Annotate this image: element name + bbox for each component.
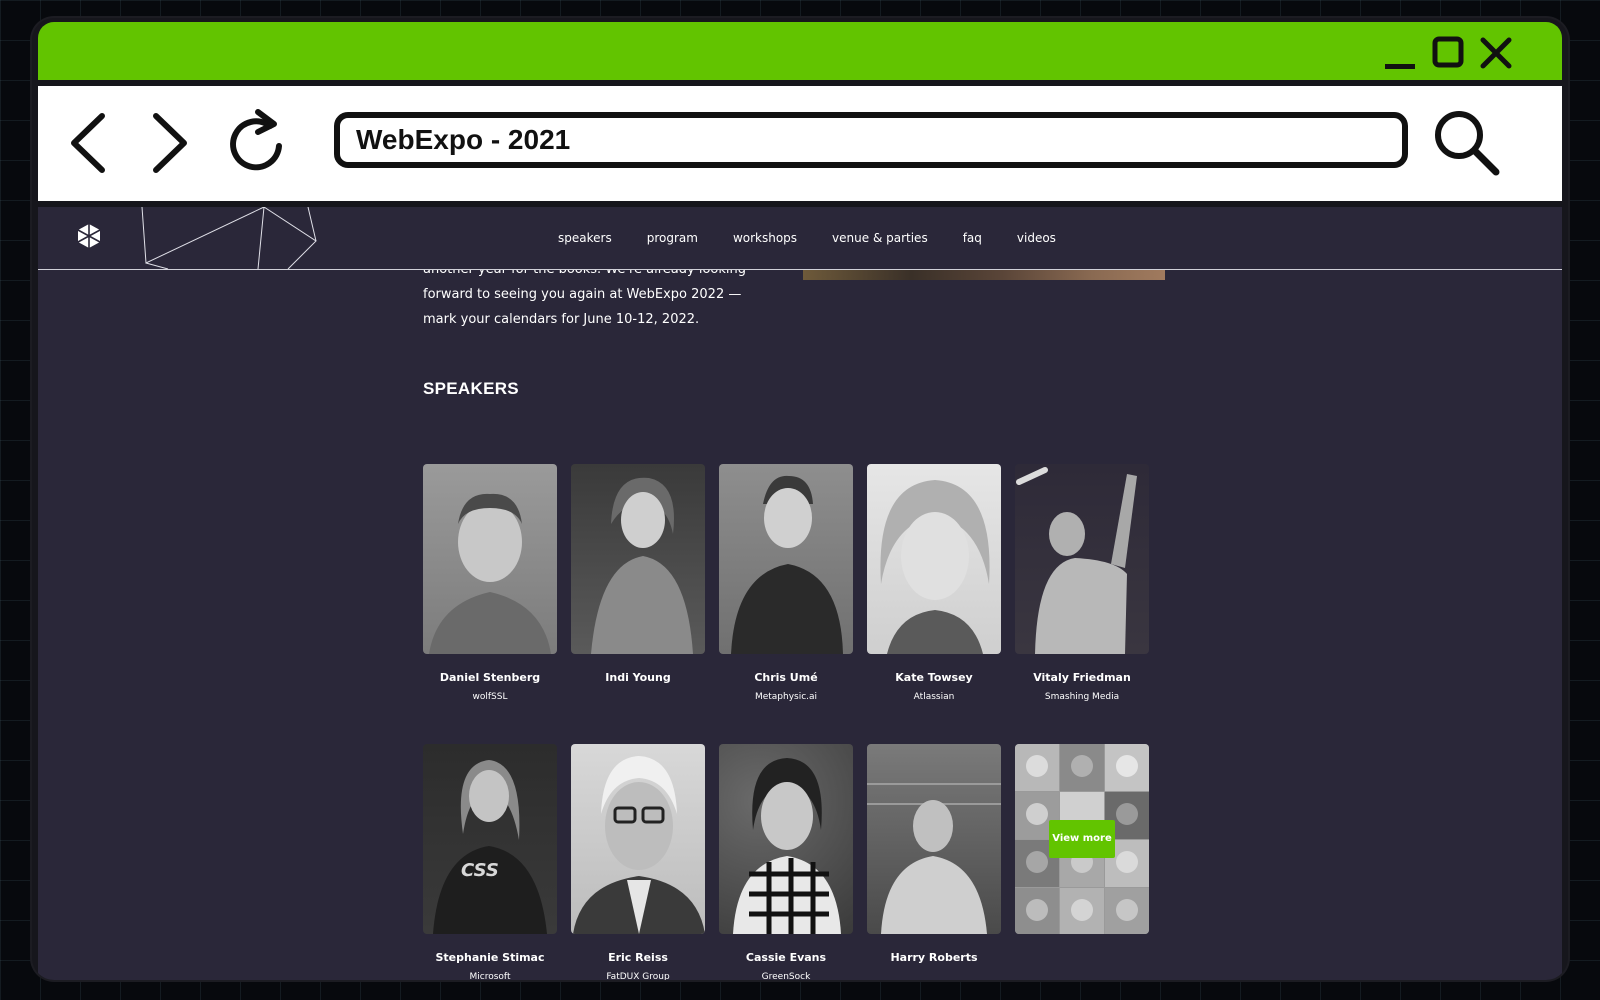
nav-videos[interactable]: videos (1017, 231, 1056, 245)
forward-arrow-icon[interactable] (144, 112, 194, 178)
speaker-photo (571, 744, 705, 934)
speaker-company: FatDUX Group (606, 972, 670, 980)
speakers-collage: View more (1015, 744, 1149, 934)
nav-faq[interactable]: faq (963, 231, 982, 245)
speaker-photo: CSS (423, 744, 557, 934)
speaker-card[interactable]: Eric Reiss FatDUX Group (571, 744, 705, 980)
speaker-photo (719, 464, 853, 654)
nav-workshops[interactable]: workshops (733, 231, 797, 245)
speaker-photo (423, 464, 557, 654)
speaker-card[interactable]: Cassie Evans GreenSock (719, 744, 853, 980)
speaker-card[interactable]: Harry Roberts (867, 744, 1001, 972)
speaker-company: wolfSSL (472, 692, 508, 702)
site-navigation: speakers program workshops venue & parti… (38, 207, 1562, 270)
speaker-name: Vitaly Friedman (1033, 671, 1131, 684)
speaker-card[interactable]: Kate Towsey Atlassian (867, 464, 1001, 702)
maximize-icon[interactable] (1431, 36, 1465, 72)
speaker-company: Smashing Media (1044, 692, 1120, 702)
nav-program[interactable]: program (647, 231, 698, 245)
speakers-heading: SPEAKERS (423, 379, 519, 398)
browser-window: WebExpo - 2021 another year for the book… (32, 18, 1568, 980)
speaker-photo (719, 744, 853, 934)
nav-venue-parties[interactable]: venue & parties (832, 231, 928, 245)
speaker-company: Metaphysic.ai (754, 692, 818, 702)
decorative-lines (138, 207, 328, 273)
speaker-name: Daniel Stenberg (439, 671, 541, 684)
main-menu: speakers program workshops venue & parti… (558, 231, 1091, 245)
url-field[interactable]: WebExpo - 2021 (334, 112, 1408, 168)
speaker-photo (867, 744, 1001, 934)
speaker-name: Eric Reiss (608, 951, 668, 964)
back-arrow-icon[interactable] (66, 112, 116, 178)
speaker-card[interactable]: Vitaly Friedman Smashing Media (1015, 464, 1149, 702)
title-bar (38, 22, 1562, 80)
address-bar: WebExpo - 2021 (38, 86, 1562, 201)
speaker-name: Cassie Evans (745, 951, 827, 964)
speaker-company: Microsoft (469, 972, 511, 980)
speaker-company: GreenSock (761, 972, 811, 980)
view-more-card[interactable]: View more (1015, 744, 1149, 934)
speaker-photo (867, 464, 1001, 654)
speaker-photo (571, 464, 705, 654)
speaker-card[interactable]: Daniel Stenberg wolfSSL (423, 464, 557, 702)
close-icon[interactable] (1478, 36, 1514, 72)
speaker-company: Atlassian (913, 692, 955, 702)
speaker-name: Stephanie Stimac (435, 951, 545, 964)
speaker-name: Indi Young (605, 671, 671, 684)
speaker-name: Kate Towsey (895, 671, 973, 684)
speaker-name: Harry Roberts (890, 951, 978, 964)
speaker-card[interactable]: Indi Young (571, 464, 705, 692)
search-icon[interactable] (1430, 106, 1502, 182)
web-page: another year for the books. We're alread… (38, 207, 1562, 980)
speaker-photo (1015, 464, 1149, 654)
svg-text:CSS: CSS (461, 860, 499, 881)
minimize-icon[interactable] (1383, 36, 1417, 72)
speaker-name: Chris Umé (754, 671, 818, 684)
nav-speakers[interactable]: speakers (558, 231, 612, 245)
view-more-button[interactable]: View more (1049, 820, 1115, 858)
speaker-card[interactable]: CSS Stephanie Stimac Microsoft (423, 744, 557, 980)
reload-icon[interactable] (224, 108, 288, 178)
speaker-card[interactable]: Chris Umé Metaphysic.ai (719, 464, 853, 702)
webexpo-logo[interactable] (76, 223, 102, 253)
